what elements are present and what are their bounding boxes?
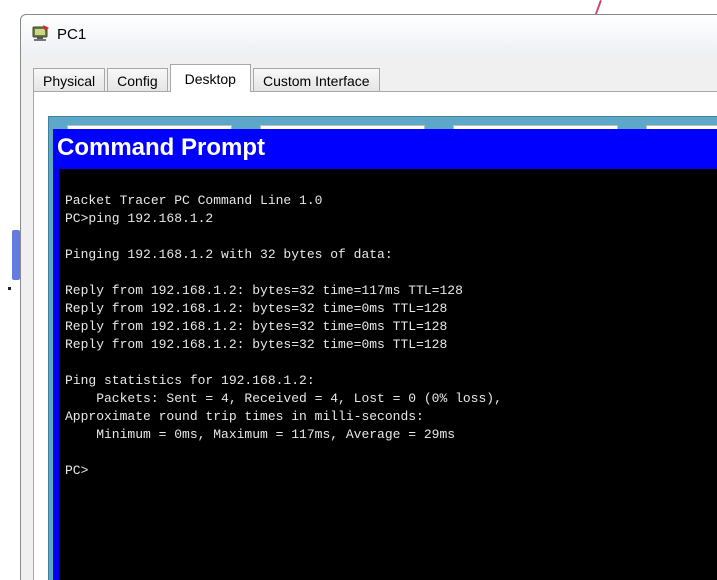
- command-prompt-window: Command Prompt Packet Tracer PC Command …: [53, 129, 717, 580]
- window-titlebar[interactable]: PC1: [21, 15, 717, 53]
- tab-desktop[interactable]: Desktop: [169, 64, 251, 92]
- tab-bar: Physical Config Desktop Custom Interface: [33, 64, 382, 92]
- terminal-line: Reply from 192.168.1.2: bytes=32 time=0m…: [65, 337, 448, 352]
- command-prompt-title: Command Prompt: [53, 129, 717, 167]
- terminal-line: PC>: [65, 463, 89, 478]
- terminal-line: Minimum = 0ms, Maximum = 117ms, Average …: [65, 427, 456, 442]
- terminal-line: Reply from 192.168.1.2: bytes=32 time=0m…: [65, 319, 448, 334]
- terminal-line: Ping statistics for 192.168.1.2:: [65, 373, 315, 388]
- desktop-area: Command Prompt Packet Tracer PC Command …: [48, 116, 717, 580]
- terminal-line: Pinging 192.168.1.2 with 32 bytes of dat…: [65, 247, 393, 262]
- desktop-tab-panel: Command Prompt Packet Tracer PC Command …: [33, 91, 717, 580]
- terminal-line: Reply from 192.168.1.2: bytes=32 time=0m…: [65, 301, 448, 316]
- terminal-line: Reply from 192.168.1.2: bytes=32 time=11…: [65, 283, 463, 298]
- terminal-line: PC>ping 192.168.1.2: [65, 211, 214, 226]
- background-artifact: [12, 230, 20, 280]
- pc-window: PC1 Physical Config Desktop Custom Inter…: [20, 14, 717, 580]
- tab-config[interactable]: Config: [107, 68, 168, 92]
- terminal-line: Packet Tracer PC Command Line 1.0: [65, 193, 323, 208]
- command-prompt-terminal[interactable]: Packet Tracer PC Command Line 1.0 PC>ping…: [59, 169, 717, 580]
- terminal-line: Packets: Sent = 4, Received = 4, Lost = …: [65, 391, 502, 406]
- pc-icon: [31, 25, 51, 43]
- background-artifact: [8, 287, 11, 290]
- tab-custom-interface[interactable]: Custom Interface: [252, 68, 380, 92]
- window-title: PC1: [57, 25, 87, 43]
- terminal-line: Approximate round trip times in milli-se…: [65, 409, 424, 424]
- screen: PC1 Physical Config Desktop Custom Inter…: [0, 0, 717, 580]
- tab-physical[interactable]: Physical: [33, 68, 106, 92]
